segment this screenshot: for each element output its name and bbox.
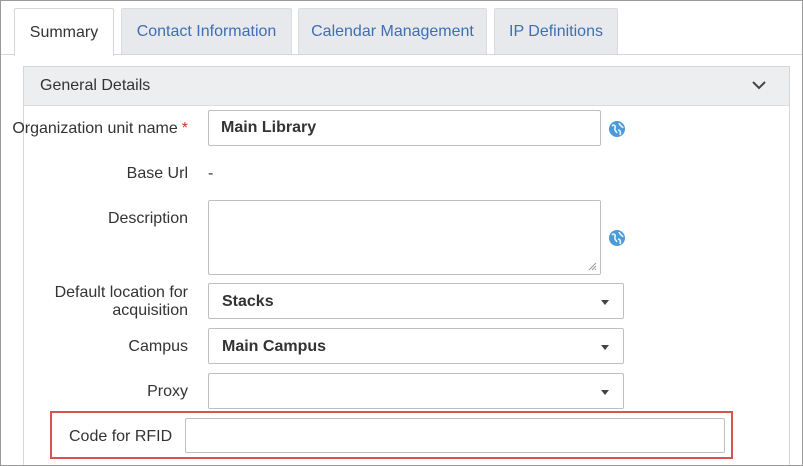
chevron-down-icon[interactable] [751, 79, 767, 91]
campus-value: Main Campus [222, 338, 327, 355]
base-url-label: Base Url [126, 165, 188, 182]
description-label: Description [107, 210, 188, 227]
campus-label: Campus [128, 338, 188, 355]
rfid-label: Code for RFID [69, 428, 173, 445]
tab-ip-definitions[interactable]: IP Definitions [494, 8, 618, 54]
tab-contact-information[interactable]: Contact Information [121, 8, 292, 54]
org-unit-name-label-text: Organization unit name [12, 120, 178, 137]
description-textarea[interactable] [208, 200, 601, 275]
caret-down-icon [601, 390, 609, 395]
panel-title: General Details [40, 77, 151, 94]
default-location-value: Stacks [222, 293, 274, 310]
globe-icon[interactable] [608, 120, 626, 138]
resize-handle-icon[interactable] [588, 262, 597, 271]
tab-summary[interactable]: Summary [14, 8, 114, 56]
default-location-label-line1: Default location for [54, 284, 188, 301]
page-frame: Summary Contact Information Calendar Man… [0, 0, 803, 466]
campus-select[interactable]: Main Campus [208, 328, 624, 364]
caret-down-icon [601, 300, 609, 305]
org-unit-name-label: Organization unit name * [1, 120, 188, 138]
tab-bar: Summary Contact Information Calendar Man… [1, 1, 802, 56]
required-marker: * [181, 120, 188, 137]
default-location-label-line2: acquisition [112, 302, 188, 319]
globe-icon[interactable] [608, 229, 626, 247]
proxy-select[interactable] [208, 373, 624, 409]
caret-down-icon [601, 345, 609, 350]
base-url-value: - [208, 165, 214, 182]
rfid-highlight-box: Code for RFID [50, 411, 733, 459]
org-unit-name-input[interactable] [208, 110, 601, 146]
proxy-label: Proxy [147, 383, 188, 400]
default-location-select[interactable]: Stacks [208, 283, 624, 319]
tab-calendar-management[interactable]: Calendar Management [298, 8, 487, 54]
default-location-label: Default location for acquisition [1, 284, 188, 320]
panel-header[interactable]: General Details [24, 67, 789, 106]
rfid-input[interactable] [185, 418, 725, 453]
